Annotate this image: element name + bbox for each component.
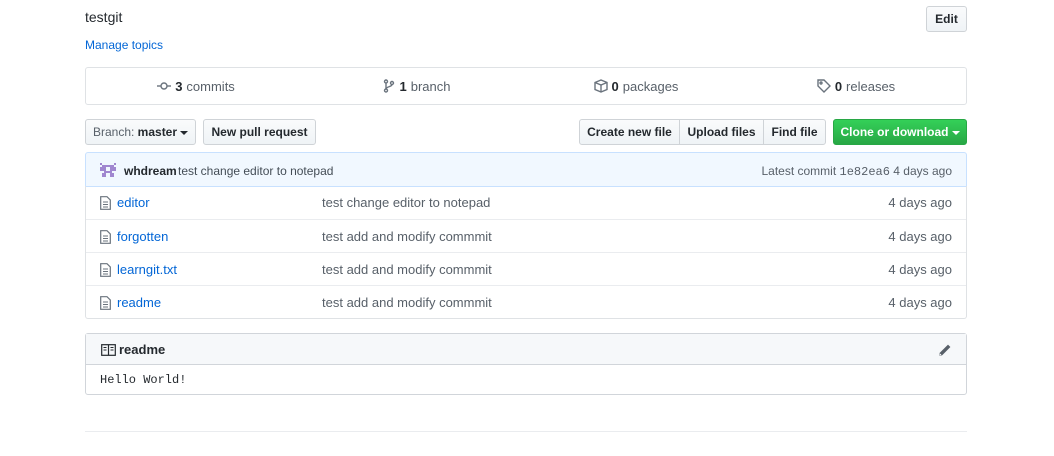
new-pull-request-button[interactable]: New pull request xyxy=(203,119,316,145)
commits-count-link[interactable]: 3 commits xyxy=(86,68,306,104)
tag-icon xyxy=(817,79,831,93)
file-icon xyxy=(100,230,111,244)
latest-commit-label: Latest commit xyxy=(761,164,837,178)
readme-header: readme xyxy=(86,334,966,365)
file-row: learngit.txt test add and modify commmit… xyxy=(86,252,966,285)
latest-commit-info: Latest commit 1e82ea6 4 days ago xyxy=(761,164,952,179)
commit-icon xyxy=(157,82,172,90)
releases-label: releases xyxy=(846,78,896,94)
file-age: 4 days ago xyxy=(888,295,952,310)
branch-select-button[interactable]: Branch: master xyxy=(85,119,196,145)
find-file-button[interactable]: Find file xyxy=(763,119,826,145)
branch-icon xyxy=(383,79,394,93)
file-commit-message[interactable]: test change editor to notepad xyxy=(322,195,490,210)
packages-count-link[interactable]: 0 packages xyxy=(526,68,746,104)
readme-content: Hello World! xyxy=(100,373,187,387)
footer-divider xyxy=(85,431,967,432)
file-commit-message[interactable]: test add and modify commmit xyxy=(322,262,492,277)
file-icon xyxy=(100,296,111,310)
readme-title: readme xyxy=(119,342,166,357)
branch-label: branch xyxy=(410,78,451,94)
repo-description: testgit xyxy=(85,9,123,25)
chevron-down-icon xyxy=(180,130,189,135)
file-row: editor test change editor to notepad 4 d… xyxy=(86,186,966,219)
manage-topics-link[interactable]: Manage topics xyxy=(85,38,163,52)
commit-age: 4 days ago xyxy=(893,164,952,178)
file-name-link[interactable]: readme xyxy=(117,295,161,310)
branch-count: 1 xyxy=(399,78,407,94)
file-row: readme test add and modify commmit 4 day… xyxy=(86,285,966,318)
avatar[interactable] xyxy=(100,163,116,177)
package-icon xyxy=(593,79,608,93)
file-age: 4 days ago xyxy=(888,262,952,277)
branches-count-link[interactable]: 1 branch xyxy=(306,68,526,104)
pencil-icon[interactable] xyxy=(938,343,952,357)
file-name-link[interactable]: learngit.txt xyxy=(117,262,177,277)
commits-count: 3 xyxy=(175,78,183,94)
repo-numbers-summary: 3 commits 1 branch 0 packages 0 releases xyxy=(85,67,967,105)
readme-box: readme Hello World! xyxy=(85,333,967,395)
releases-count-link[interactable]: 0 releases xyxy=(746,68,966,104)
create-new-file-button[interactable]: Create new file xyxy=(579,119,680,145)
file-name-link[interactable]: forgotten xyxy=(117,229,168,244)
branch-prefix: Branch: xyxy=(92,125,135,139)
packages-label: packages xyxy=(622,78,679,94)
file-icon xyxy=(100,196,111,210)
clone-label: Clone or download xyxy=(840,125,949,139)
file-age: 4 days ago xyxy=(888,195,952,210)
chevron-down-icon xyxy=(951,130,960,135)
book-icon xyxy=(101,344,116,356)
commits-label: commits xyxy=(186,78,235,94)
commit-message[interactable]: test change editor to notepad xyxy=(178,164,333,178)
upload-files-button[interactable]: Upload files xyxy=(679,119,764,145)
commit-author[interactable]: whdream xyxy=(124,164,177,178)
releases-count: 0 xyxy=(834,78,843,94)
commit-sha-link[interactable]: 1e82ea6 xyxy=(840,165,890,179)
file-name-link[interactable]: editor xyxy=(117,195,150,210)
file-list: editor test change editor to notepad 4 d… xyxy=(85,186,967,319)
file-row: forgotten test add and modify commmit 4 … xyxy=(86,219,966,252)
latest-commit-bar: whdream test change editor to notepad La… xyxy=(85,152,967,187)
packages-count: 0 xyxy=(611,78,619,94)
branch-name: master xyxy=(137,125,178,139)
file-commit-message[interactable]: test add and modify commmit xyxy=(322,229,492,244)
file-age: 4 days ago xyxy=(888,229,952,244)
file-commit-message[interactable]: test add and modify commmit xyxy=(322,295,492,310)
clone-or-download-button[interactable]: Clone or download xyxy=(833,119,967,145)
edit-description-button[interactable]: Edit xyxy=(926,6,967,32)
file-icon xyxy=(100,263,111,277)
